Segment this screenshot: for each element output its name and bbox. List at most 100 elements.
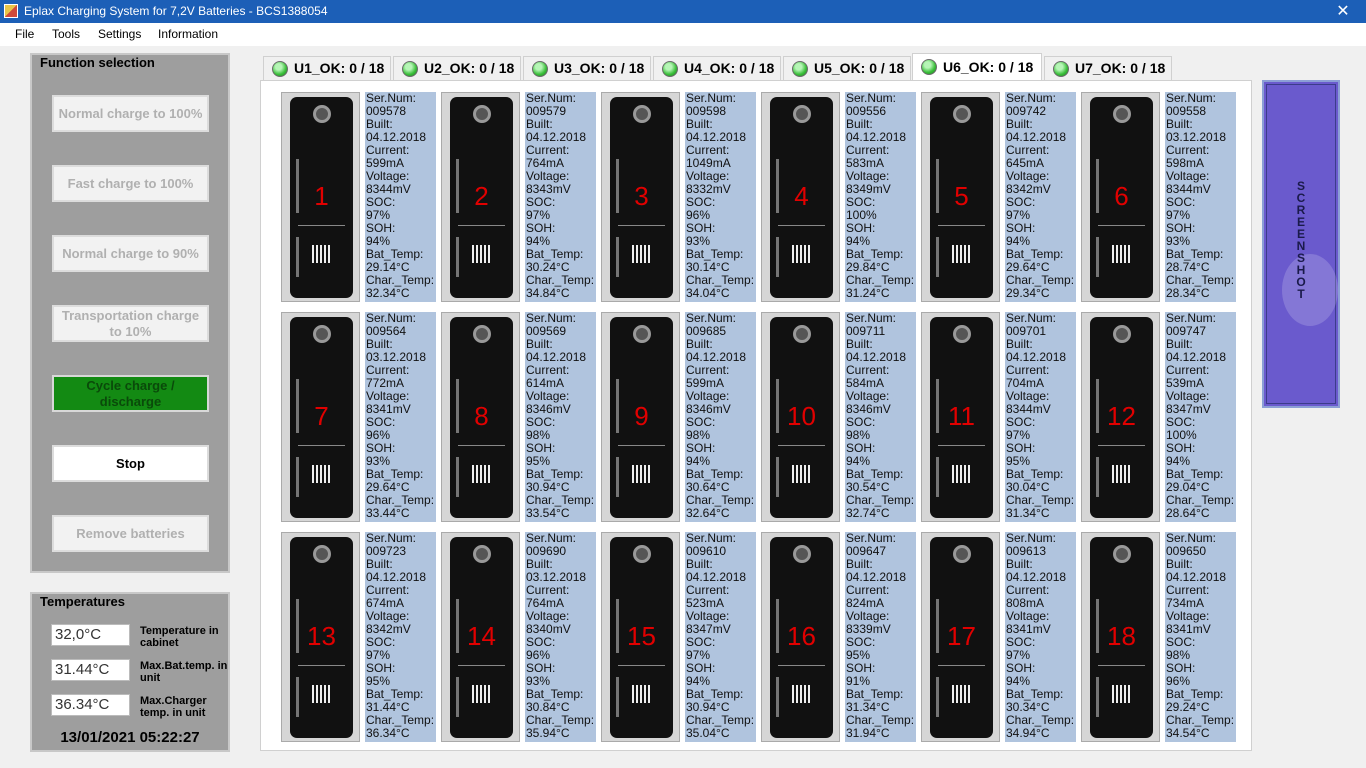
battery-slot[interactable]: 2 Ser.Num: 009579 Built: 04.12.2018 Current: 7…	[441, 92, 596, 302]
battery-field-value-char-temp: 31.24°C	[846, 286, 890, 300]
battery-divider	[298, 225, 345, 226]
battery-slot[interactable]: 12 Ser.Num: 009747 Built: 04.12.2018 Current:…	[1081, 312, 1236, 522]
tab-label: U1_OK: 0 / 18	[294, 60, 385, 76]
status-led-icon	[402, 61, 418, 77]
battery-image: 15	[601, 532, 680, 742]
battery-slot-number: 15	[627, 621, 656, 651]
battery-slot[interactable]: 6 Ser.Num: 009558 Built: 03.12.2018 Current: 5…	[1081, 92, 1236, 302]
battery-label-strip	[936, 237, 939, 277]
battery-label-strip	[616, 237, 619, 277]
battery-divider	[938, 445, 985, 446]
battery-connector-icon	[793, 325, 811, 343]
battery-connector-icon	[793, 545, 811, 563]
menu-file[interactable]: File	[15, 27, 34, 41]
menu-tools[interactable]: Tools	[52, 27, 80, 41]
cabinet-temp-label: Temperature in cabinet	[140, 625, 219, 649]
battery-slot-number: 6	[1114, 181, 1129, 211]
battery-image: 18	[1081, 532, 1160, 742]
function-selection-title: Function selection	[40, 55, 155, 70]
battery-slot[interactable]: 1 Ser.Num: 009578 Built: 04.12.2018 Current: 5…	[281, 92, 436, 302]
battery-image: 17	[921, 532, 1000, 742]
cycle-charge-discharge-button[interactable]: Cycle charge / discharge	[52, 375, 209, 412]
tab-u3[interactable]: U3_OK: 0 / 18	[523, 56, 651, 80]
battery-info-panel: Ser.Num: 009610 Built: 04.12.2018 Current: 52…	[685, 532, 756, 742]
battery-label-strip	[296, 677, 299, 717]
battery-label-strip	[776, 457, 779, 497]
transportation-charge-button[interactable]: Transportation charge to 10%	[52, 305, 209, 342]
battery-image: 12	[1081, 312, 1160, 522]
battery-slot-number: 17	[947, 621, 976, 651]
max-bat-temp-label: Max.Bat.temp. in unit	[140, 660, 228, 684]
battery-slot[interactable]: 8 Ser.Num: 009569 Built: 04.12.2018 Current: 6…	[441, 312, 596, 522]
battery-info-panel: Ser.Num: 009578 Built: 04.12.2018 Current: 59…	[365, 92, 436, 302]
battery-slot[interactable]: 14 Ser.Num: 009690 Built: 03.12.2018 Current:…	[441, 532, 596, 742]
battery-slot[interactable]: 13 Ser.Num: 009723 Built: 04.12.2018 Current:…	[281, 532, 436, 742]
battery-info-panel: Ser.Num: 009711 Built: 04.12.2018 Current: 58…	[845, 312, 916, 522]
battery-label-strip	[936, 677, 939, 717]
close-icon[interactable]: ✕	[1320, 0, 1366, 23]
tab-u5[interactable]: U5_OK: 0 / 18	[783, 56, 911, 80]
battery-slot[interactable]: 9 Ser.Num: 009685 Built: 04.12.2018 Current: 5…	[601, 312, 756, 522]
stop-button[interactable]: Stop	[52, 445, 209, 482]
menu-information[interactable]: Information	[158, 27, 218, 41]
normal-charge-100-button[interactable]: Normal charge to 100%	[52, 95, 209, 132]
battery-slot[interactable]: 18 Ser.Num: 009650 Built: 04.12.2018 Current:…	[1081, 532, 1236, 742]
app-icon	[4, 4, 18, 18]
battery-connector-icon	[473, 325, 491, 343]
battery-grid: 1 Ser.Num: 009578 Built: 04.12.2018 Current: 5…	[260, 80, 1252, 751]
tab-label: U6_OK: 0 / 18	[943, 59, 1034, 75]
battery-slot[interactable]: 4 Ser.Num: 009556 Built: 04.12.2018 Current: 5…	[761, 92, 916, 302]
normal-charge-90-button[interactable]: Normal charge to 90%	[52, 235, 209, 272]
battery-divider	[778, 445, 825, 446]
battery-label-strip	[776, 677, 779, 717]
remove-batteries-button[interactable]: Remove batteries	[52, 515, 209, 552]
battery-connector-icon	[953, 325, 971, 343]
battery-image: 3	[601, 92, 680, 302]
battery-slot[interactable]: 5 Ser.Num: 009742 Built: 04.12.2018 Current: 6…	[921, 92, 1076, 302]
battery-divider	[458, 225, 505, 226]
battery-image: 13	[281, 532, 360, 742]
battery-slot-number: 11	[948, 401, 975, 431]
screenshot-button-label: SCREENSHOT	[1296, 179, 1306, 301]
battery-slot[interactable]: 10 Ser.Num: 009711 Built: 04.12.2018 Current:…	[761, 312, 916, 522]
battery-qr-code-icon	[632, 465, 652, 483]
tab-u1[interactable]: U1_OK: 0 / 18	[263, 56, 391, 80]
battery-connector-icon	[633, 105, 651, 123]
battery-connector-icon	[1113, 105, 1131, 123]
battery-info-panel: Ser.Num: 009598 Built: 04.12.2018 Current: 10…	[685, 92, 756, 302]
battery-image: 8	[441, 312, 520, 522]
battery-divider	[1098, 225, 1145, 226]
battery-slot[interactable]: 11 Ser.Num: 009701 Built: 04.12.2018 Current:…	[921, 312, 1076, 522]
battery-slot-number: 16	[787, 621, 816, 651]
battery-info-panel: Ser.Num: 009569 Built: 04.12.2018 Current: 61…	[525, 312, 596, 522]
battery-divider	[938, 225, 985, 226]
battery-field-value-char-temp: 32.34°C	[366, 286, 410, 300]
tab-u6[interactable]: U6_OK: 0 / 18	[912, 53, 1042, 80]
battery-info-panel: Ser.Num: 009647 Built: 04.12.2018 Current: 82…	[845, 532, 916, 742]
battery-image: 9	[601, 312, 680, 522]
battery-label-strip	[776, 237, 779, 277]
battery-slot[interactable]: 3 Ser.Num: 009598 Built: 04.12.2018 Current: 1…	[601, 92, 756, 302]
battery-info-panel: Ser.Num: 009747 Built: 04.12.2018 Current: 53…	[1165, 312, 1236, 522]
fast-charge-100-button[interactable]: Fast charge to 100%	[52, 165, 209, 202]
tab-u2[interactable]: U2_OK: 0 / 18	[393, 56, 521, 80]
screenshot-button[interactable]: SCREENSHOT	[1262, 80, 1340, 408]
battery-qr-code-icon	[1112, 245, 1132, 263]
battery-slot[interactable]: 17 Ser.Num: 009613 Built: 04.12.2018 Current:…	[921, 532, 1076, 742]
tab-u7[interactable]: U7_OK: 0 / 18	[1044, 56, 1172, 80]
battery-divider	[298, 445, 345, 446]
battery-slot[interactable]: 16 Ser.Num: 009647 Built: 04.12.2018 Current:…	[761, 532, 916, 742]
battery-connector-icon	[313, 105, 331, 123]
battery-qr-code-icon	[472, 465, 492, 483]
battery-slot[interactable]: 7 Ser.Num: 009564 Built: 03.12.2018 Current: 7…	[281, 312, 436, 522]
status-led-icon	[662, 61, 678, 77]
battery-connector-icon	[953, 105, 971, 123]
battery-connector-icon	[793, 105, 811, 123]
battery-label-strip	[296, 237, 299, 277]
battery-slot-number: 13	[307, 621, 336, 651]
battery-slot-number: 1	[314, 181, 329, 211]
tab-u4[interactable]: U4_OK: 0 / 18	[653, 56, 781, 80]
battery-slot[interactable]: 15 Ser.Num: 009610 Built: 04.12.2018 Current:…	[601, 532, 756, 742]
battery-field-value-char-temp: 32.74°C	[846, 506, 890, 520]
menu-settings[interactable]: Settings	[98, 27, 141, 41]
